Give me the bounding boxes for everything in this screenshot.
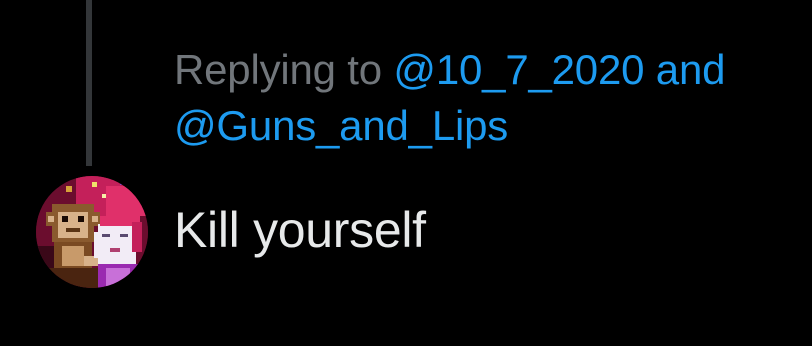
- mention-link-2[interactable]: @Guns_and_Lips: [174, 102, 508, 149]
- replying-to-context: Replying to @10_7_2020 and @Guns_and_Lip…: [174, 42, 794, 154]
- tweet-text: Kill yourself: [174, 202, 426, 258]
- avatar-image: [36, 176, 148, 288]
- avatar[interactable]: [36, 176, 148, 288]
- mention-conjunction: and: [655, 46, 726, 93]
- thread-connector-line: [86, 0, 92, 166]
- replying-to-label: Replying to: [174, 46, 382, 93]
- mention-link-1[interactable]: @10_7_2020: [393, 46, 644, 93]
